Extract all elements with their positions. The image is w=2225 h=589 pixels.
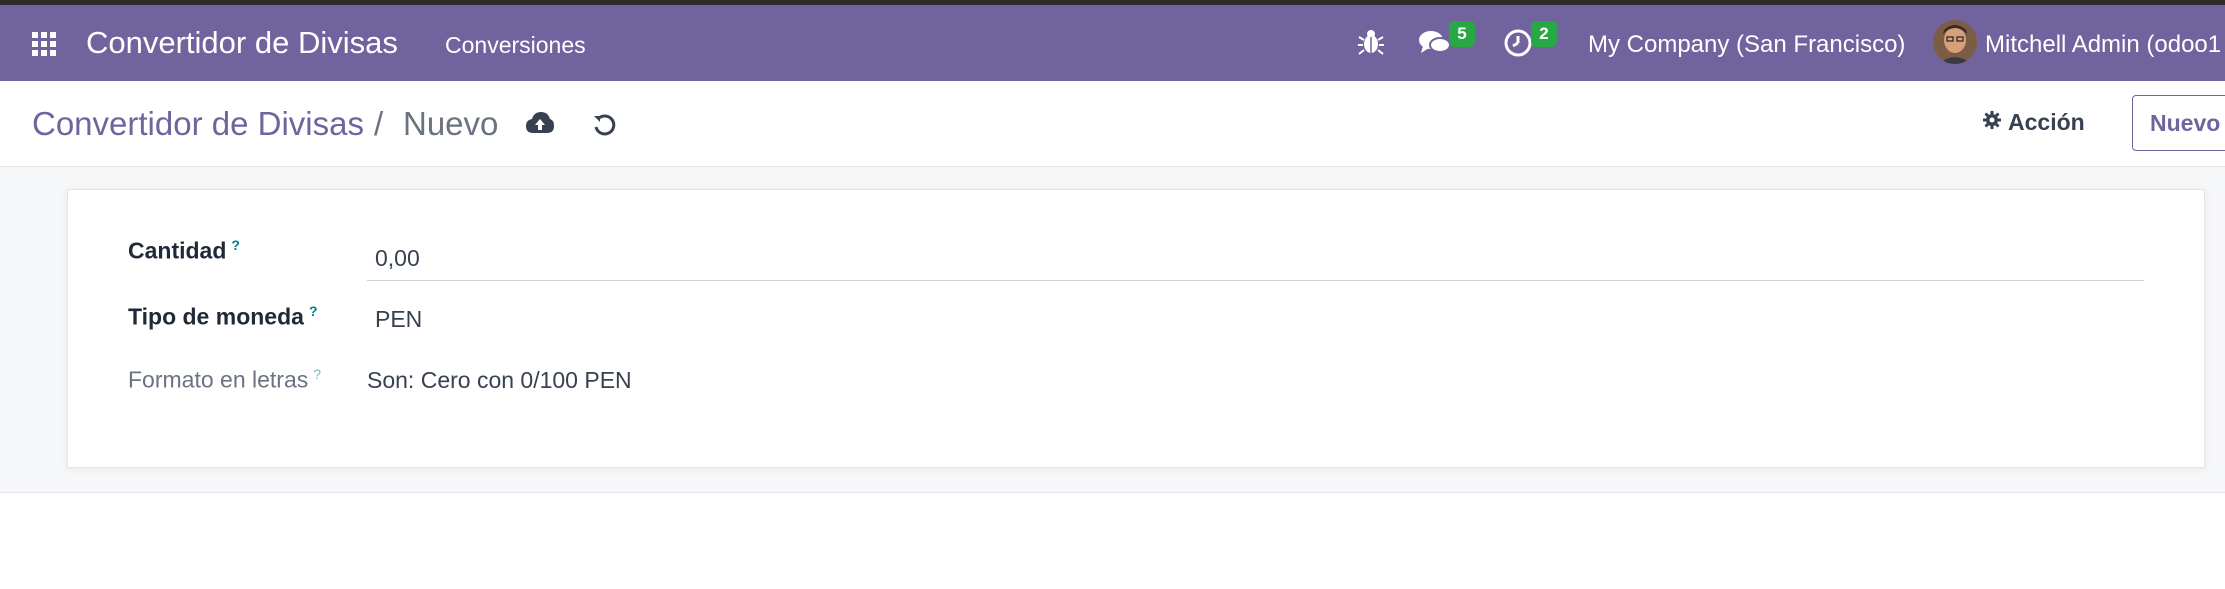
breadcrumb-current: Nuevo [403, 105, 499, 142]
form-content-area: Cantidad? Tipo de moneda? PEN Formato en… [0, 167, 2225, 493]
tipo-moneda-help-icon[interactable]: ? [309, 303, 318, 319]
undo-icon[interactable] [591, 111, 621, 141]
clock-icon[interactable] [1503, 28, 1533, 63]
form-sheet: Cantidad? Tipo de moneda? PEN Formato en… [67, 189, 2205, 468]
cantidad-label: Cantidad? [128, 237, 240, 264]
apps-grid-icon[interactable] [32, 32, 62, 56]
bug-icon[interactable] [1357, 27, 1385, 62]
chat-icon[interactable] [1418, 28, 1452, 63]
cantidad-help-icon[interactable]: ? [231, 237, 240, 253]
user-menu[interactable]: Mitchell Admin (odoo1 [1985, 31, 2221, 59]
cloud-upload-icon[interactable] [525, 111, 555, 141]
company-switcher[interactable]: My Company (San Francisco) [1588, 31, 1905, 59]
new-button[interactable]: Nuevo [2132, 95, 2225, 151]
gear-icon [1982, 109, 2002, 136]
formato-letras-label: Formato en letras? [128, 366, 322, 393]
formato-letras-value: Son: Cero con 0/100 PEN [367, 367, 632, 393]
messages-badge: 5 [1449, 21, 1475, 47]
action-label: Acción [2008, 109, 2085, 135]
tipo-moneda-label: Tipo de moneda? [128, 303, 318, 330]
tipo-moneda-select[interactable]: PEN [375, 306, 422, 333]
top-navbar: Convertidor de Divisas Conversiones 5 2 … [0, 5, 2225, 81]
action-menu-button[interactable]: Acción [1982, 109, 2085, 136]
formato-letras-help-icon[interactable]: ? [313, 366, 321, 382]
breadcrumb-separator: / [374, 105, 384, 142]
avatar[interactable] [1933, 20, 1977, 64]
activities-badge: 2 [1531, 21, 1557, 47]
app-brand[interactable]: Convertidor de Divisas [86, 25, 398, 61]
breadcrumb-root[interactable]: Convertidor de Divisas [32, 105, 364, 143]
control-panel: Convertidor de Divisas / Nuevo Acción Nu… [0, 81, 2225, 167]
cantidad-input[interactable] [367, 241, 2144, 281]
menu-conversiones[interactable]: Conversiones [445, 32, 586, 59]
